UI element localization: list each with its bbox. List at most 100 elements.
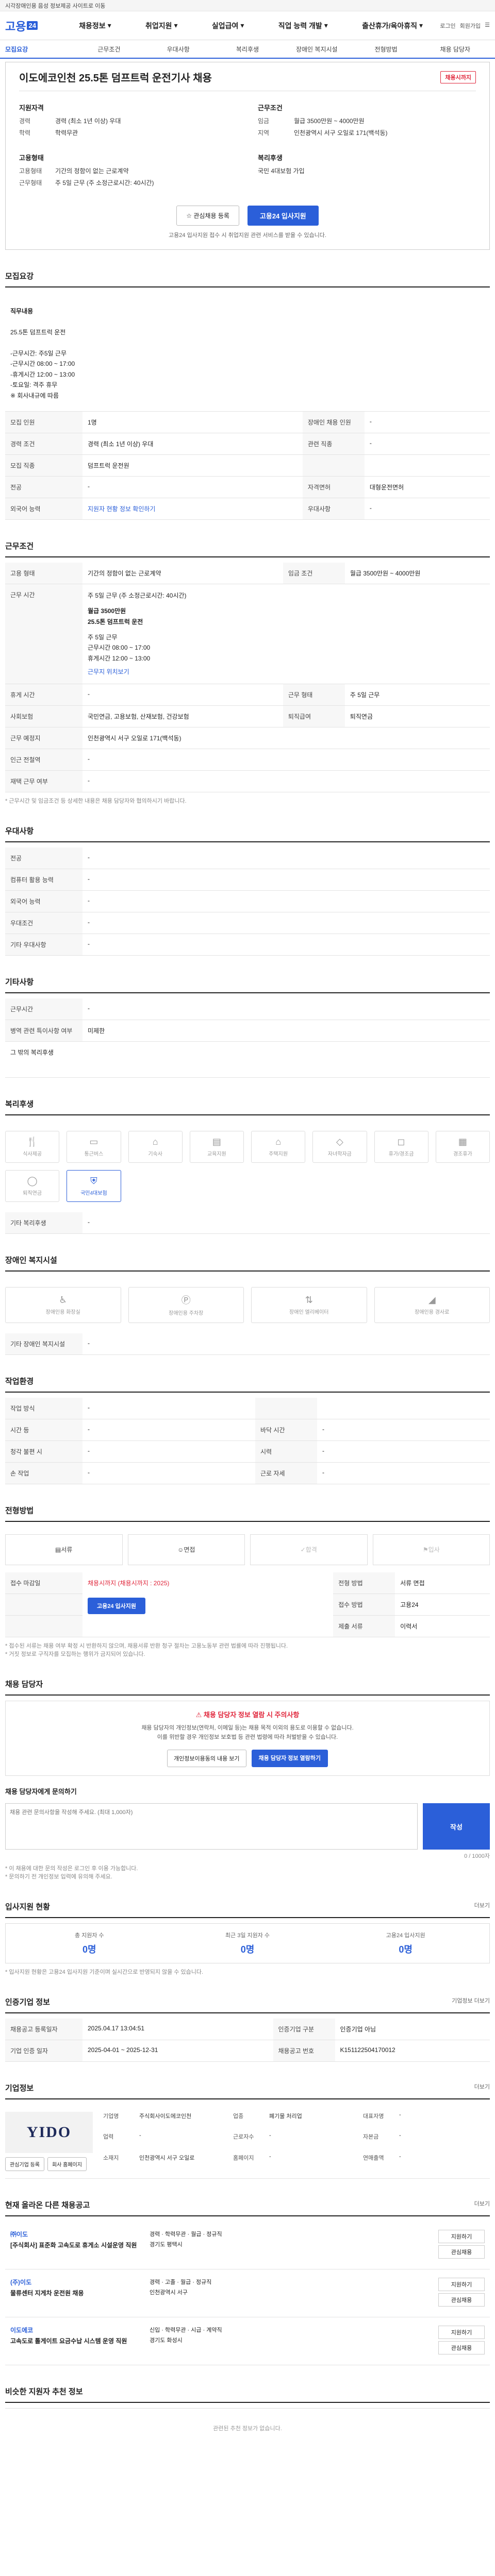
nav-item-jobs[interactable]: 채용정보 ▾ xyxy=(79,21,111,31)
view-contact-button[interactable]: 채용 담당자 정보 열람하기 xyxy=(251,1750,328,1768)
tab-disability[interactable]: 장애인 복지시설 xyxy=(282,45,351,54)
job-title: 이도에코인천 25.5톤 덤프트럭 운전기사 채용 xyxy=(19,73,212,84)
welfare-event: ▦ 경조휴가 xyxy=(435,1130,490,1163)
shield-icon: ⛨ xyxy=(90,1175,97,1186)
site-logo[interactable]: 고용 24 xyxy=(5,18,62,34)
site-header: 고용 24 채용정보 ▾ 취업지원 ▾ 실업급여 ▾ 직업 능력 개발 ▾ 출산휴가/육아… xyxy=(0,11,495,40)
nav-item-support[interactable]: 취업지원 ▾ xyxy=(145,21,178,31)
gift-icon: ◻ xyxy=(397,1136,405,1147)
house-icon: ⌂ xyxy=(152,1136,158,1147)
bus-icon: ▭ xyxy=(89,1136,98,1147)
apply-button-2[interactable]: 고용24 입사지원 xyxy=(88,1597,146,1614)
tab-contact[interactable]: 채용 담당자 xyxy=(421,45,490,54)
section-tabs: 모집요강 근무조건 우대사항 복리후생 장애인 복지시설 전형방법 채용 담당자 xyxy=(0,40,495,59)
section-etc: 기타사항 근무시간 - 병역 관련 특이사항 여부 미제한 그 밖의 복리후생 xyxy=(5,976,490,1078)
welfare-house: ⌂ 주택지원 xyxy=(251,1130,306,1163)
apply-button[interactable]: 지원하기 xyxy=(438,2278,485,2292)
meal-icon: 🍴 xyxy=(26,1136,38,1147)
list-item[interactable]: 이도에코 고속도로 톨게이트 요금수납 시스템 운영 직원 신입 · 학력무관 ·… xyxy=(5,2317,490,2366)
fav-company-button[interactable]: 관심기업 등록 xyxy=(5,2157,44,2172)
nav-item-training[interactable]: 직업 능력 개발 ▾ xyxy=(278,21,328,31)
accessibility-link[interactable]: 시각장애인용 음성 정보제공 사이트로 이동 xyxy=(5,2,105,10)
parking-icon: Ⓟ xyxy=(181,1295,191,1306)
facility-toilet: ♿ 장애인용 화장실 xyxy=(5,1286,121,1323)
coin-icon: ◯ xyxy=(27,1175,38,1186)
scrap-button[interactable]: 관심채용 xyxy=(438,2293,485,2307)
section-other-jobs: 현재 올라온 다른 채용공고 더보기 ㈜이도 [주식회사] 표준화 고속도로 휴게소… xyxy=(5,2199,490,2366)
tab-selection[interactable]: 전형방법 xyxy=(351,45,420,54)
section-recruit: 모집요강 직무내용 25.5톤 덤프트럭 운전 -근무시간: 주5일 근무 -근… xyxy=(5,270,490,520)
more-link[interactable]: 더보기 xyxy=(474,1901,490,1909)
ramp-icon: ◢ xyxy=(428,1294,436,1305)
facility-elevator: ⇅ 장애인 엘리베이터 xyxy=(251,1286,367,1323)
duty-text: 25.5톤 덤프트럭 운전 -근무시간: 주5일 근무 -근무시간 08:00 … xyxy=(10,329,75,399)
stat-g24: 고용24 입사지원 0명 xyxy=(386,1933,425,1955)
main-nav: 채용정보 ▾ 취업지원 ▾ 실업급여 ▾ 직업 능력 개발 ▾ 출산휴가/육아휴직 ▾ xyxy=(62,21,440,31)
step-docs: ▤ 서류 xyxy=(5,1534,123,1565)
apply-button[interactable]: 고용24 입사지원 xyxy=(247,206,319,226)
tab-welfare[interactable]: 복리후생 xyxy=(213,45,282,54)
scrap-button[interactable]: 관심채용 xyxy=(438,2245,485,2259)
tab-preference[interactable]: 우대사항 xyxy=(144,45,213,54)
star-icon: ☆ xyxy=(186,212,194,219)
section-disability: 장애인 복지시설 ♿ 장애인용 화장실 Ⓟ 장애인용 주차장 ⇅ 장애인 엘리베이터 … xyxy=(5,1255,490,1355)
home-icon: ⌂ xyxy=(275,1136,282,1147)
more-link[interactable]: 더보기 xyxy=(474,2082,490,2091)
privacy-consent-button[interactable]: 개인정보이용동의 내용 보기 xyxy=(167,1750,246,1768)
list-item[interactable]: (주)이도 물류센터 지게차 운전원 채용 경력 · 고졸 · 월급 · 정규직 인… xyxy=(5,2269,490,2318)
alert-icon: ⚠ xyxy=(195,1710,204,1719)
check-icon: ✓ xyxy=(300,1546,306,1553)
calendar-icon: ▦ xyxy=(458,1136,467,1147)
welfare-school: ◇ 자녀학자금 xyxy=(312,1130,367,1163)
section-welfare: 복리후생 🍴 식사제공 ▭ 통근버스 ⌂ 기숙사 ▤ 교육지원 ⌂ 주택지원 ◇ 자녀학자금… xyxy=(5,1098,490,1234)
empty-state: 관련된 추천 정보가 없습니다. xyxy=(5,2408,490,2448)
more-link[interactable]: 더보기 xyxy=(474,2199,490,2208)
section-environment: 작업환경 작업 방식 - 시간 등 - 바닥 시간 - 청각 불편 시 - 시력 - 손 작업… xyxy=(5,1376,490,1484)
info-link[interactable]: 지원자 현황 정보 확인하기 xyxy=(88,505,155,513)
inquiry-submit-button[interactable]: 작성 xyxy=(423,1803,490,1850)
step-pass: ✓ 합격 xyxy=(250,1534,368,1565)
tab-recruit[interactable]: 모집요강 xyxy=(5,45,74,54)
apply-button[interactable]: 지원하기 xyxy=(438,2230,485,2244)
person-icon: ☺ xyxy=(177,1546,184,1553)
nav-item-leave[interactable]: 출산휴가/육아휴직 ▾ xyxy=(362,21,423,31)
elevator-icon: ⇅ xyxy=(305,1294,313,1305)
menu-icon[interactable]: ☰ xyxy=(485,22,490,30)
section-company: 기업정보 더보기 YIDO 관심기업 등록 회사 홈페이지 기업명 주식회사이도에코… xyxy=(5,2082,490,2179)
inquiry-input[interactable] xyxy=(5,1803,418,1850)
toilet-icon: ♿ xyxy=(59,1294,68,1305)
step-join: ⚑ 입사 xyxy=(372,1534,490,1565)
chevron-down-icon: ▾ xyxy=(240,21,244,29)
job-summary-box: 이도에코인천 25.5톤 덤프트럭 운전기사 채용 채용시까지 지원자격 경력 경력… xyxy=(5,62,490,250)
join-link[interactable]: 회원가입 xyxy=(460,22,481,30)
welfare-edu: ▤ 교육지원 xyxy=(189,1130,244,1163)
section-selection: 전형방법 ▤ 서류 ☺ 면접 ✓ 합격 ⚑ 입사 접수 마감일 채용시까지 (채용… xyxy=(5,1505,490,1658)
welfare-pension: ◯ 퇴직연금 xyxy=(5,1170,60,1202)
scrap-button[interactable]: 관심채용 xyxy=(438,2341,485,2355)
list-item[interactable]: ㈜이도 [주식회사] 표준화 고속도로 휴게소 시설운영 직원 경력 · 학력무관… xyxy=(5,2222,490,2270)
book-icon: ▤ xyxy=(212,1136,221,1147)
scrap-button[interactable]: ☆ 관심채용 등록 xyxy=(176,206,239,226)
tab-conditions[interactable]: 근무조건 xyxy=(74,45,143,54)
welfare-meal: 🍴 식사제공 xyxy=(5,1130,60,1163)
welfare-vac: ◻ 휴가/경조금 xyxy=(374,1130,428,1163)
facility-ramp: ◢ 장애인용 경사로 xyxy=(374,1286,490,1323)
welfare-insurance: ⛨ 국민4대보험 xyxy=(67,1170,121,1202)
deadline-badge: 채용시까지 xyxy=(440,71,476,83)
summary-heading: 지원자격 xyxy=(19,104,44,112)
section-cert: 인증기업 정보 기업정보 더보기 채용공고 등록일자 2025.04.17 13:0… xyxy=(5,1996,490,2062)
login-link[interactable]: 로그인 xyxy=(440,22,455,30)
work-detail-link[interactable]: 근무지 위치보기 xyxy=(88,667,485,677)
nav-item-benefit[interactable]: 실업급여 ▾ xyxy=(212,21,244,31)
company-logo: YIDO xyxy=(5,2112,93,2154)
welfare-dorm: ⌂ 기숙사 xyxy=(128,1130,183,1163)
chevron-down-icon: ▾ xyxy=(107,21,111,29)
section-recommend: 비슷한 지원자 추천 정보 관련된 추천 정보가 없습니다. xyxy=(5,2386,490,2448)
homepage-button[interactable]: 회사 홈페이지 xyxy=(47,2157,87,2172)
facility-parking: Ⓟ 장애인용 주차장 xyxy=(128,1286,244,1323)
flag-icon: ⚑ xyxy=(422,1546,428,1553)
document-icon: ▤ xyxy=(55,1546,61,1553)
stat-total: 총 지원자 수 0명 xyxy=(74,1933,104,1955)
more-link[interactable]: 기업정보 더보기 xyxy=(452,1996,490,2005)
apply-button[interactable]: 지원하기 xyxy=(438,2326,485,2340)
